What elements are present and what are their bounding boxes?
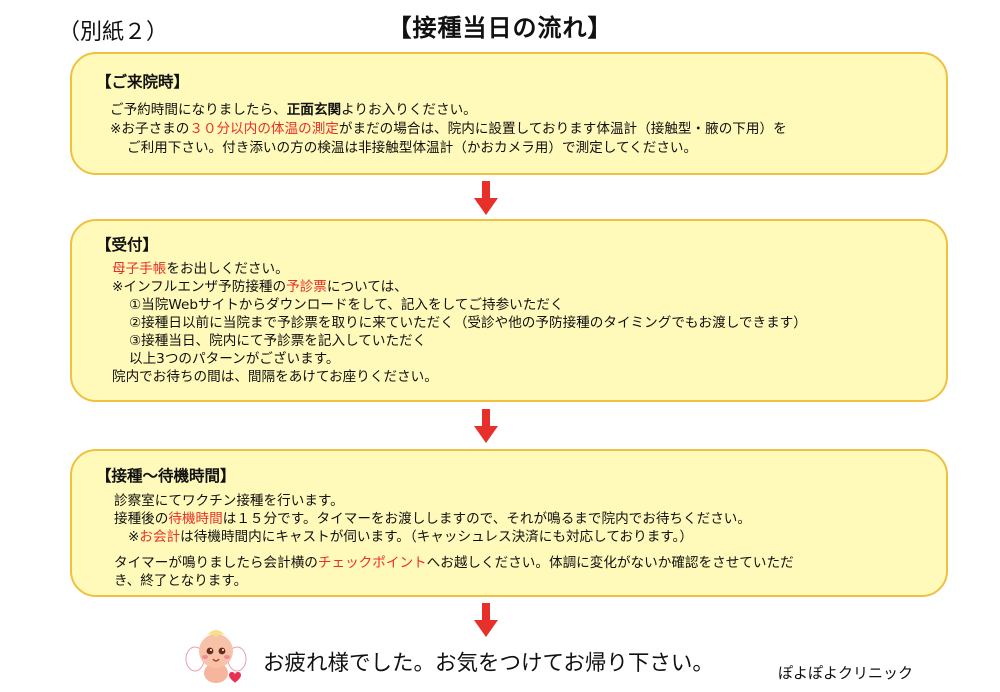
text-line: ※インフルエンザ予防接種の予診票については、 [112, 278, 408, 296]
text-span: については、 [326, 279, 408, 295]
page-title: 【接種当日の流れ】 [387, 14, 613, 42]
text-span: は１５分です。タイマーをお渡ししますので、それが鳴るまで院内でお待ちください。 [222, 511, 751, 527]
text-line: ③接種当日、院内にて予診票を記入していただく [129, 333, 427, 349]
text-line: ※お子さまの３０分以内の体温の測定がまだの場合は、院内に設置しております体温計（… [110, 120, 787, 138]
section-reception: 【受付】 母子手帳をお出しください。 ※インフルエンザ予防接種の予診票については… [70, 219, 948, 402]
highlight-text: ３０分以内の体温の測定 [189, 121, 339, 137]
text-line: ご利用下さい。付き添いの方の検温は非接触型体温計（かおカメラ用）で測定してくださ… [127, 140, 698, 156]
down-arrow-icon [474, 409, 498, 443]
text-line: 母子手帳をお出しください。 [112, 260, 289, 278]
text-span: ご予約時間になりましたら、 [110, 102, 287, 118]
text-span: ※ [128, 529, 140, 545]
text-span: へお越しください。体調に変化がないか確認をさせていただ [426, 555, 794, 571]
text-span: タイマーが鳴りましたら会計横の [114, 555, 318, 571]
text-span: をお出しください。 [166, 261, 289, 277]
emphasis-text: 正面玄関 [286, 102, 342, 118]
text-span: よりお入りください。 [341, 102, 477, 118]
text-span: ※インフルエンザ予防接種の [112, 279, 287, 295]
highlight-text: 予診票 [286, 279, 327, 295]
section-heading: 【接種～待機時間】 [96, 467, 236, 485]
highlight-text: 待機時間 [168, 511, 223, 527]
down-arrow-icon [474, 603, 498, 637]
section-vaccination: 【接種～待機時間】 診察室にてワクチン接種を行います。 接種後の待機時間は１５分… [70, 449, 948, 597]
text-line: 診察室にてワクチン接種を行います。 [114, 493, 344, 509]
text-line: 接種後の待機時間は１５分です。タイマーをお渡ししますので、それが鳴るまで院内でお… [114, 510, 751, 528]
highlight-text: お会計 [139, 529, 181, 545]
text-span: がまだの場合は、院内に設置しております体温計（接触型・腋の下用）を [338, 121, 787, 137]
section-arrival: 【ご来院時】 ご予約時間になりましたら、正面玄関よりお入りください。 ※お子さま… [70, 52, 948, 175]
section-heading: 【受付】 [96, 236, 159, 254]
section-heading: 【ご来院時】 [96, 73, 190, 91]
text-line: タイマーが鳴りましたら会計横のチェックポイントへお越しください。体調に変化がない… [114, 554, 794, 572]
text-line: ※お会計は待機時間内にキャストが伺います。（キャッシュレス決済にも対応しておりま… [128, 528, 693, 546]
text-span: 接種後の [114, 511, 169, 527]
text-line: ①当院Webサイトからダウンロードをして、記入をしてご持参いただく [129, 297, 564, 313]
text-line: 以上3つのパターンがございます。 [129, 351, 340, 367]
closing-message: お疲れ様でした。お気をつけてお帰り下さい。 [263, 651, 714, 676]
clinic-name: ぽよぽよクリニック [778, 664, 914, 682]
down-arrow-icon [474, 181, 498, 215]
text-line: ②接種日以前に当院まで予診票を取りに来ていただく（受診や他の予防接種のタイミング… [129, 315, 807, 331]
text-span: は待機時間内にキャストが伺います。（キャッシュレス決済にも対応しております。） [180, 529, 693, 545]
cherub-mascot-icon [185, 630, 247, 683]
text-line: 院内でお待ちの間は、間隔をあけてお座りください。 [112, 369, 438, 385]
text-line: ご予約時間になりましたら、正面玄関よりお入りください。 [110, 101, 477, 119]
highlight-text: チェックポイント [317, 555, 427, 571]
highlight-text: 母子手帳 [112, 261, 167, 277]
text-span: ※お子さまの [110, 121, 190, 137]
text-line: き、終了となります。 [114, 573, 248, 589]
